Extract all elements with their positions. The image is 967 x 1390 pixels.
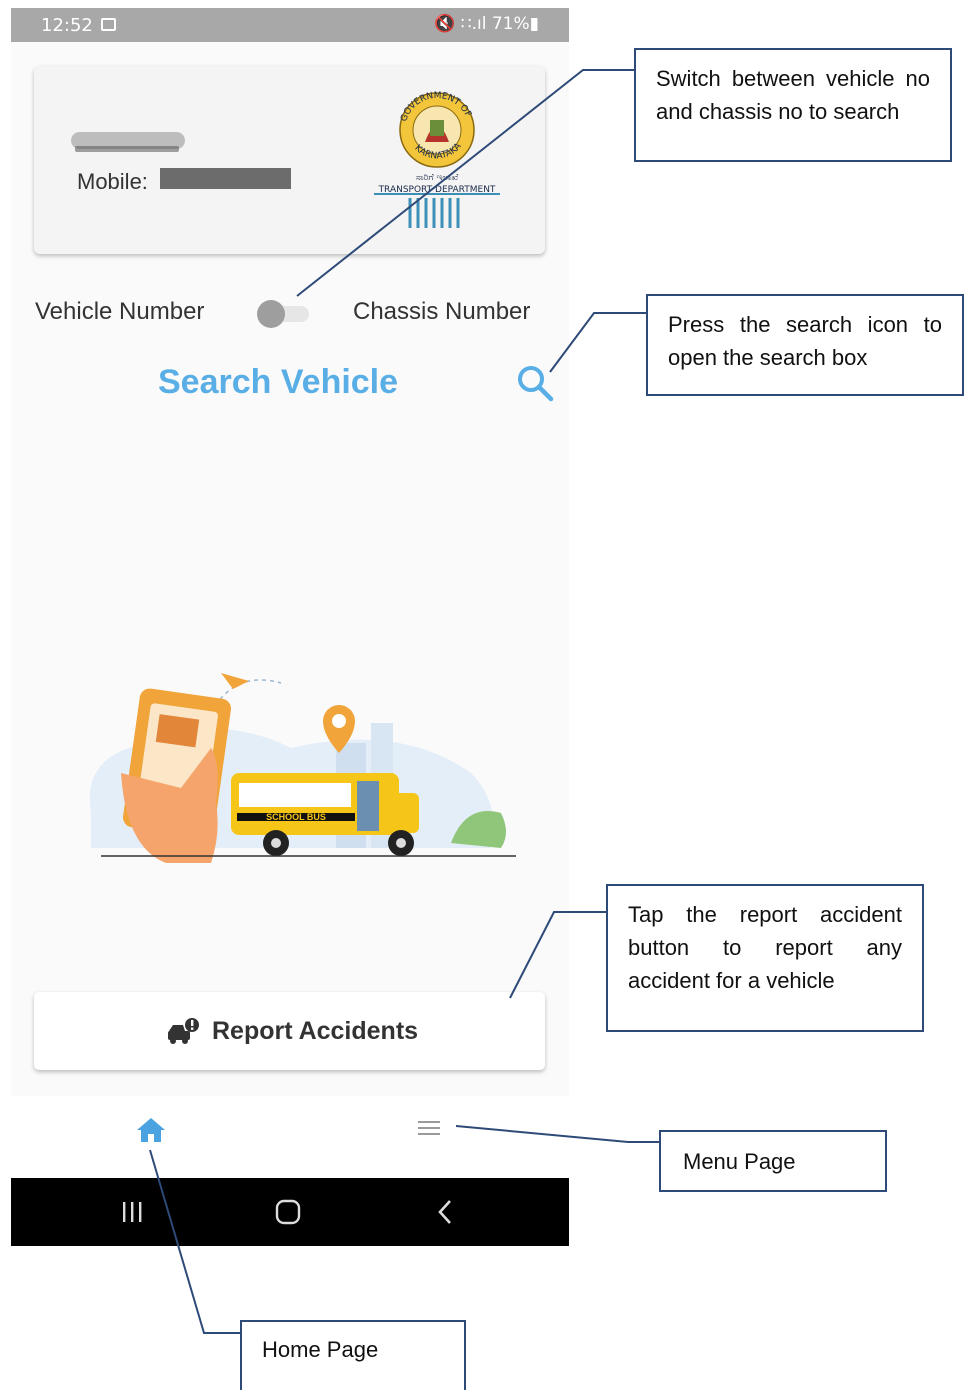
phone-screen: 12:52 🔇 ∷.ıl 71%▮ Mobile: GOVERNMENT OF … xyxy=(11,8,569,1246)
callout-toggle: Switch between vehicle no and chassis no… xyxy=(634,48,952,162)
recent-apps-icon[interactable] xyxy=(115,1195,149,1229)
callout-search: Press the search icon to open the search… xyxy=(646,294,964,396)
system-navigation-bar xyxy=(11,1178,569,1246)
callout-search-text: Press the search icon to open the search… xyxy=(668,312,942,370)
chassis-number-label: Chassis Number xyxy=(353,298,531,325)
vehicle-number-label: Vehicle Number xyxy=(35,298,205,325)
vehicle-chassis-switch[interactable] xyxy=(257,300,311,328)
callout-toggle-text: Switch between vehicle no and chassis no… xyxy=(656,66,930,124)
search-icon[interactable] xyxy=(515,363,555,403)
report-accidents-button[interactable]: Report Accidents xyxy=(34,992,545,1070)
callout-report-text: Tap the report accident button to report… xyxy=(628,902,902,993)
status-time: 12:52 xyxy=(41,15,93,36)
search-type-toggle-row: Vehicle Number Chassis Number xyxy=(11,296,569,332)
redacted-name-text xyxy=(75,146,179,152)
logo-kannada-text: ಸಾರಿಗೆ ಇಲಾಖೆ xyxy=(416,173,459,183)
callout-menu-text: Menu Page xyxy=(683,1149,796,1174)
callout-menu: Menu Page xyxy=(659,1130,887,1192)
home-icon[interactable] xyxy=(135,1114,167,1146)
home-system-icon[interactable] xyxy=(271,1195,305,1229)
school-bus-illustration: SCHOOL BUS xyxy=(89,673,516,863)
status-indicators: 🔇 ∷.ıl 71%▮ xyxy=(434,14,539,34)
bus-text: SCHOOL BUS xyxy=(266,812,326,822)
callout-home-text: Home Page xyxy=(262,1337,379,1362)
callout-home: Home Page xyxy=(240,1320,466,1390)
menu-icon[interactable] xyxy=(417,1118,441,1138)
profile-card: Mobile: GOVERNMENT OF KARNATAKA ಸಾರಿಗೆ ಇ… xyxy=(34,66,545,254)
report-accidents-label: Report Accidents xyxy=(212,1017,419,1045)
image-notification-icon xyxy=(101,18,116,31)
search-vehicle-title: Search Vehicle xyxy=(158,363,399,401)
redacted-mobile xyxy=(160,168,291,189)
car-alert-icon xyxy=(168,1018,199,1044)
back-icon[interactable] xyxy=(429,1195,463,1229)
bottom-navigation xyxy=(11,1096,569,1178)
callout-report: Tap the report accident button to report… xyxy=(606,884,924,1032)
transport-department-logo: GOVERNMENT OF KARNATAKA ಸಾರಿಗೆ ಇಲಾಖೆ TRA… xyxy=(374,91,500,228)
status-bar: 12:52 🔇 ∷.ıl 71%▮ xyxy=(11,8,569,42)
mobile-label: Mobile: xyxy=(77,169,148,194)
